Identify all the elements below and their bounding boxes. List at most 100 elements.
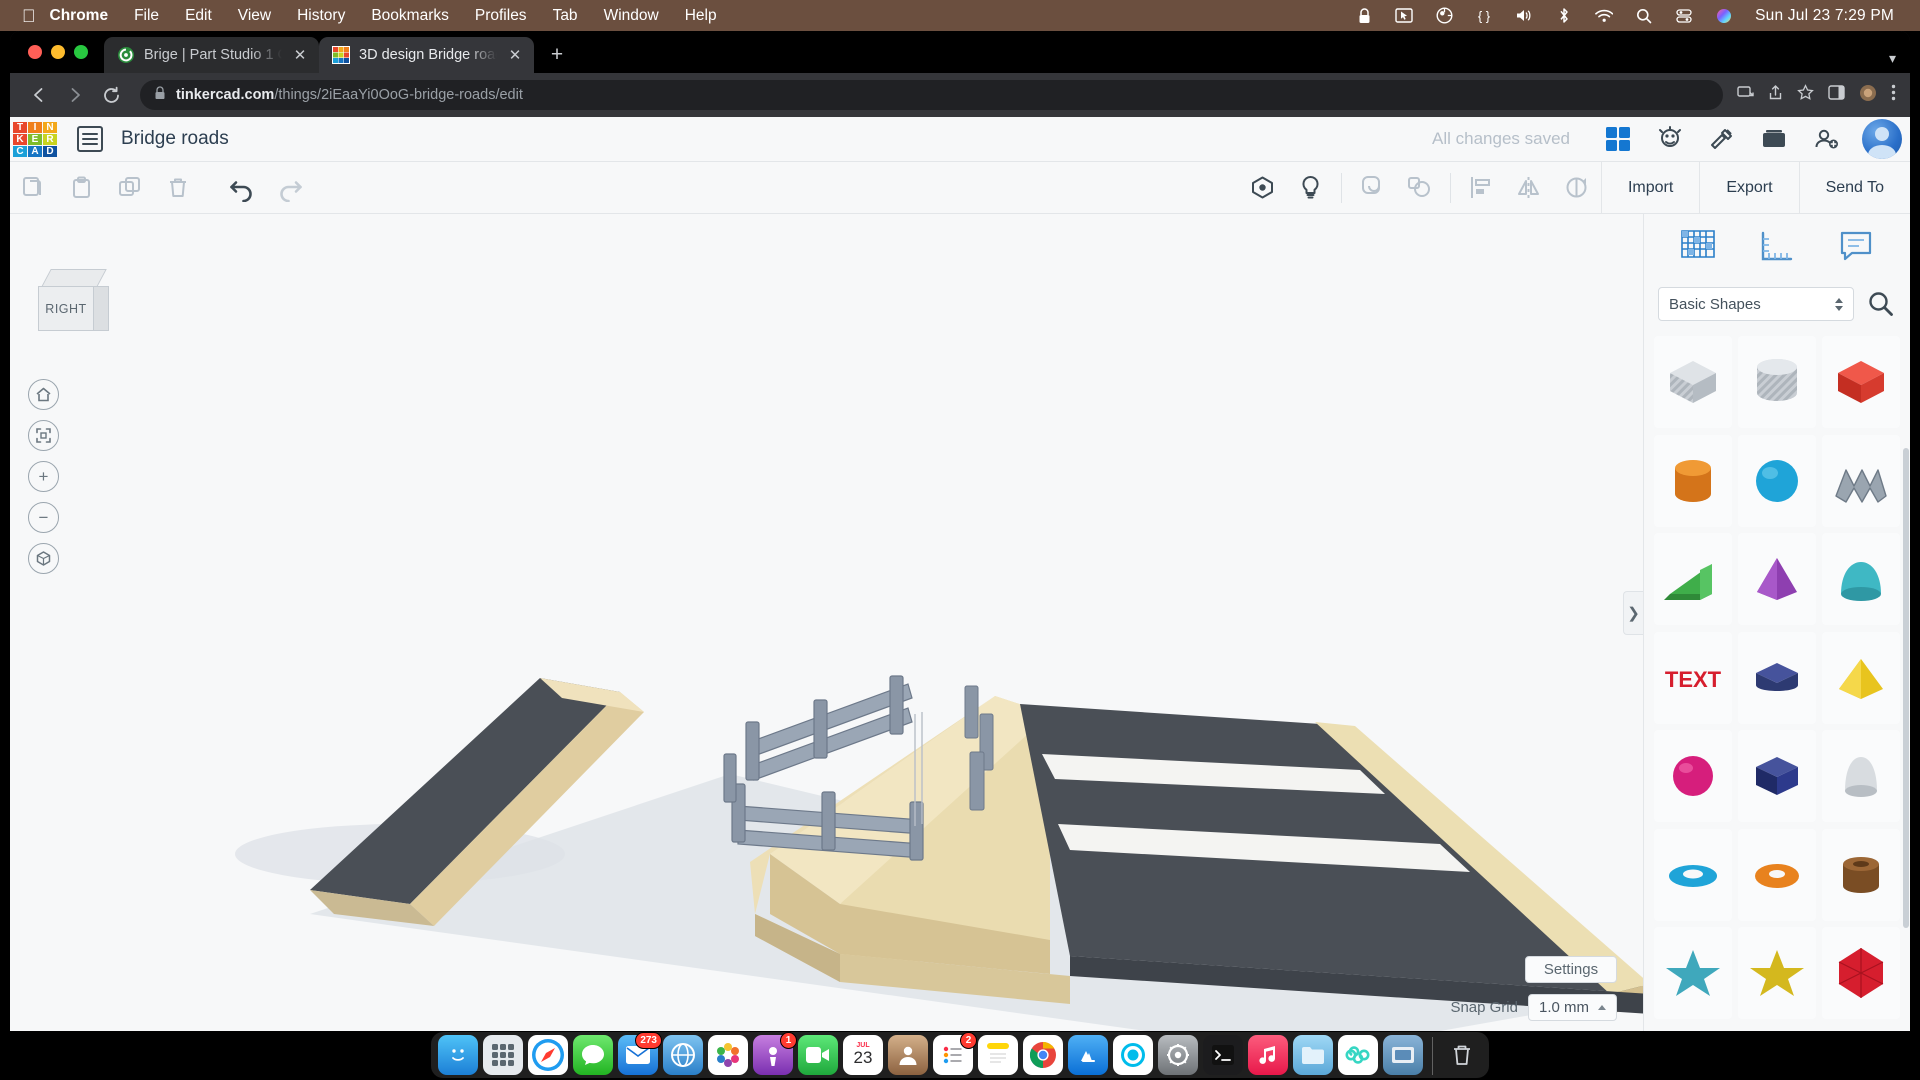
bluetooth-icon[interactable]: [1555, 7, 1573, 25]
dock-item-calendar[interactable]: JUL 23: [843, 1035, 883, 1075]
dock-item-infinity-app[interactable]: [1338, 1035, 1378, 1075]
close-tab-button[interactable]: ✕: [291, 46, 309, 64]
shape-item-box-red[interactable]: [1822, 336, 1900, 428]
design-title[interactable]: Bridge roads: [121, 128, 229, 150]
browser-tab-tinkercad[interactable]: 3D design Bridge roads | Tinke ✕: [319, 37, 534, 73]
invite-person-icon[interactable]: [1800, 117, 1852, 162]
undo-icon[interactable]: [218, 162, 266, 214]
extension-icon[interactable]: [1859, 84, 1877, 107]
menubar-item-window[interactable]: Window: [604, 7, 659, 25]
dock-item-terminal[interactable]: [1203, 1035, 1243, 1075]
address-bar[interactable]: tinkercad.com/things/2iEaaYi0OoG-bridge-…: [140, 80, 1723, 110]
viewcube-top-face[interactable]: [41, 269, 107, 287]
screen-cursor-icon[interactable]: [1395, 7, 1413, 25]
browser-tab-onshape[interactable]: Brige | Part Studio 1 Copy 1 Cop ✕: [104, 37, 319, 73]
shape-item-star-yellow[interactable]: [1738, 927, 1816, 1019]
shape-item-sphere-blue[interactable]: [1738, 435, 1816, 527]
3d-workplane-canvas[interactable]: RIGHT + − ❯ Settings Snap Grid 1.0 mm: [10, 214, 1643, 1031]
dock-item-safari[interactable]: [528, 1035, 568, 1075]
orthographic-view-icon[interactable]: [28, 543, 59, 574]
dock-item-music[interactable]: [1248, 1035, 1288, 1075]
home-view-icon[interactable]: [28, 379, 59, 410]
menubar-item-file[interactable]: File: [134, 7, 159, 25]
bookmark-star-icon[interactable]: [1797, 84, 1814, 106]
menubar-item-bookmarks[interactable]: Bookmarks: [371, 7, 449, 25]
shape-panel-scrollbar[interactable]: [1903, 448, 1909, 928]
new-tab-button[interactable]: +: [542, 40, 572, 70]
dock-item-contacts[interactable]: [888, 1035, 928, 1075]
dock-item-reminders[interactable]: 2: [933, 1035, 973, 1075]
shape-item-pyramid-purple[interactable]: [1738, 533, 1816, 625]
shape-item-cylinder-hole[interactable]: [1738, 336, 1816, 428]
shape-item-box-hole[interactable]: [1654, 336, 1732, 428]
volume-icon[interactable]: [1515, 7, 1533, 25]
export-button[interactable]: Export: [1700, 162, 1798, 214]
ruler-tab[interactable]: [1749, 222, 1805, 270]
shape-item-cone-teal[interactable]: [1822, 533, 1900, 625]
shape-item-tube-brown[interactable]: [1822, 829, 1900, 921]
dock-item-trash[interactable]: [1442, 1035, 1482, 1075]
shape-item-sphere-pink[interactable]: [1654, 730, 1732, 822]
wifi-icon[interactable]: [1595, 7, 1613, 25]
notes-tab[interactable]: [1828, 222, 1884, 270]
zoom-in-icon[interactable]: +: [28, 461, 59, 492]
side-panel-icon[interactable]: [1828, 85, 1845, 105]
group-icon[interactable]: [1348, 162, 1396, 214]
dock-item-facetime[interactable]: [798, 1035, 838, 1075]
menubar-item-view[interactable]: View: [238, 7, 271, 25]
steelseries-icon[interactable]: [1435, 7, 1453, 25]
share-icon[interactable]: [1768, 84, 1783, 106]
bridge-roads-3d-model[interactable]: [10, 214, 1643, 1031]
tinkercad-logo[interactable]: T I N K E R C A D: [13, 122, 57, 156]
shape-item-paraboloid-gray[interactable]: [1822, 730, 1900, 822]
menubar-item-help[interactable]: Help: [685, 7, 717, 25]
settings-button[interactable]: Settings: [1525, 956, 1617, 983]
close-window-button[interactable]: [28, 45, 42, 59]
shape-item-cylinder-orange[interactable]: [1654, 435, 1732, 527]
search-icon[interactable]: [1635, 7, 1653, 25]
menubar-item-history[interactable]: History: [297, 7, 345, 25]
dock-item-messages[interactable]: [573, 1035, 613, 1075]
shape-library-select[interactable]: Basic Shapes: [1658, 287, 1854, 321]
delete-trash-icon[interactable]: [154, 162, 202, 214]
dock-item-screenshot-app[interactable]: [1383, 1035, 1423, 1075]
lightbulb-icon[interactable]: [1287, 162, 1335, 214]
shape-item-polyhedron-red[interactable]: [1822, 927, 1900, 1019]
shape-item-halfsphere-navy[interactable]: [1738, 632, 1816, 724]
menubar-item-tab[interactable]: Tab: [553, 7, 578, 25]
mirror-icon[interactable]: [1505, 162, 1553, 214]
shape-item-wedge-green[interactable]: [1654, 533, 1732, 625]
dock-item-folder-downloads[interactable]: [1293, 1035, 1333, 1075]
maximize-window-button[interactable]: [74, 45, 88, 59]
view-orientation-cube[interactable]: RIGHT: [38, 269, 110, 331]
dock-item-browser-alt[interactable]: [663, 1035, 703, 1075]
menubar-item-edit[interactable]: Edit: [185, 7, 212, 25]
fit-to-view-icon[interactable]: [28, 420, 59, 451]
control-center-icon[interactable]: [1675, 7, 1693, 25]
dock-item-notes[interactable]: [978, 1035, 1018, 1075]
dock-item-photos[interactable]: [708, 1035, 748, 1075]
dock-item-chrome[interactable]: [1023, 1035, 1063, 1075]
install-icon[interactable]: [1737, 84, 1754, 106]
dock-item-system-settings[interactable]: [1158, 1035, 1198, 1075]
menubar-item-profiles[interactable]: Profiles: [475, 7, 527, 25]
user-avatar[interactable]: [1862, 119, 1902, 159]
dock-item-webex[interactable]: [1113, 1035, 1153, 1075]
lock-icon[interactable]: [1355, 7, 1373, 25]
show-all-icon[interactable]: [1239, 162, 1287, 214]
shapes-grid-tab[interactable]: [1670, 222, 1726, 270]
menubar-item-chrome[interactable]: Chrome: [50, 7, 109, 25]
copy-icon[interactable]: [10, 162, 58, 214]
blocks-grid-icon[interactable]: [1592, 117, 1644, 162]
shape-library-grid[interactable]: TEXT: [1644, 330, 1910, 1020]
menubar-clock[interactable]: Sun Jul 23 7:29 PM: [1755, 7, 1894, 25]
shape-item-pyramid-yellow[interactable]: [1822, 632, 1900, 724]
gallery-icon[interactable]: [1748, 117, 1800, 162]
zoom-out-icon[interactable]: −: [28, 502, 59, 533]
ungroup-icon[interactable]: [1396, 162, 1444, 214]
minimize-window-button[interactable]: [51, 45, 65, 59]
document-list-icon[interactable]: [77, 126, 103, 152]
dock-item-launchpad[interactable]: [483, 1035, 523, 1075]
shape-item-text-red[interactable]: TEXT: [1654, 632, 1732, 724]
duplicate-icon[interactable]: [106, 162, 154, 214]
